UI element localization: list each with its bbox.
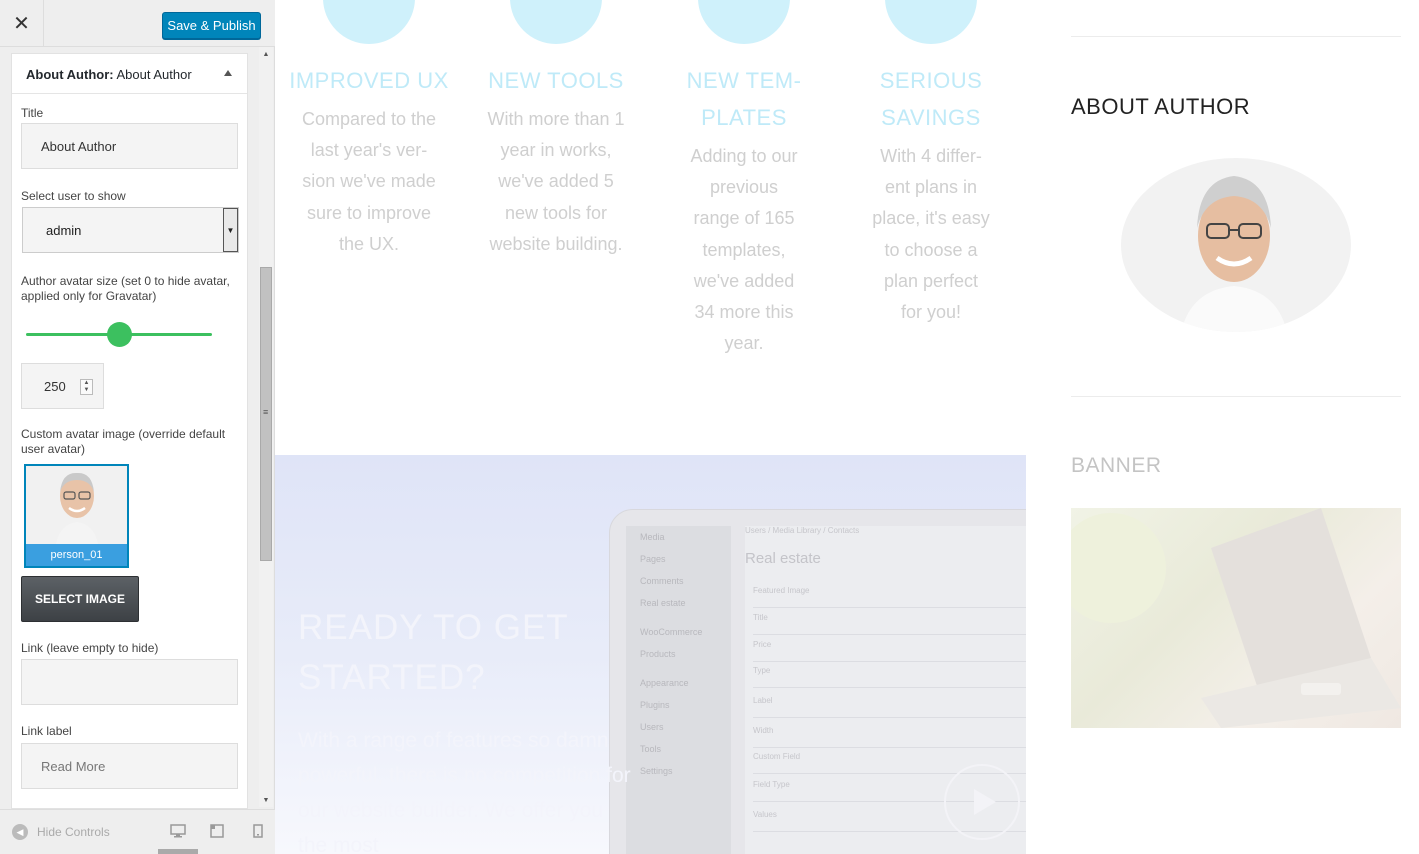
scroll-down-icon[interactable]: ▼ <box>259 793 273 807</box>
mockup-row: Type <box>753 666 1026 688</box>
feature-body: Compared to the last year's ver-sion we'v… <box>301 109 437 254</box>
sidebar-footer: ◀ Hide Controls <box>0 809 275 854</box>
feature-body: With 4 differ-ent plans in place, it's ea… <box>872 146 990 323</box>
cta-body: With a range of features so damn powerfu… <box>298 729 631 854</box>
avatar-size-slider-handle[interactable] <box>106 322 132 347</box>
mockup-row: Width <box>753 726 1026 748</box>
title-input[interactable]: About Author <box>21 123 238 169</box>
link-label-input[interactable]: Read More <box>21 743 238 789</box>
mockup-heading: Real estate <box>745 550 821 567</box>
customizer-root: ✕ Save & Publish About Author: About Aut… <box>0 0 1419 854</box>
feature-title: NEW TEM- PLATES <box>686 68 802 130</box>
feature-icon <box>698 0 790 44</box>
widget-panel-header[interactable]: About Author: About Author <box>12 54 247 94</box>
chevron-down-icon[interactable]: ▼ <box>223 208 238 252</box>
play-icon[interactable] <box>944 764 1020 840</box>
author-avatar <box>1121 158 1351 332</box>
feature-title: SERIOUS SAVINGS <box>879 68 983 130</box>
avatar-size-value: 250 <box>44 379 66 394</box>
laptop-photo <box>1071 508 1401 728</box>
banner-title: BANNER <box>1071 454 1162 477</box>
divider <box>1071 36 1401 37</box>
link-label: Link (leave empty to hide) <box>21 641 159 655</box>
mockup-row: Featured Image <box>753 586 1026 608</box>
widget-panel: About Author: About Author Title About A… <box>11 53 248 809</box>
avatar-size-number[interactable]: 250 ▲ ▼ <box>21 363 104 409</box>
mockup-row: Price <box>753 640 1026 662</box>
feature-icon <box>323 0 415 44</box>
avatar-size-label: Author avatar size (set 0 to hide avatar… <box>21 274 230 303</box>
title-label: Title <box>21 106 44 120</box>
about-author-title: ABOUT AUTHOR <box>1071 94 1251 119</box>
customizer-sidebar: ✕ Save & Publish About Author: About Aut… <box>0 0 275 854</box>
widget-type-label: About Author: <box>26 67 114 82</box>
feature-body: With more than 1 year in works, we've adde… <box>487 109 625 254</box>
person-photo <box>56 472 98 544</box>
mockup-breadcrumb: Users / Media Library / Contacts <box>745 526 860 535</box>
hide-controls-label: Hide Controls <box>37 825 110 839</box>
save-publish-button[interactable]: Save & Publish <box>162 12 261 39</box>
feature-title: IMPROVED UX <box>289 68 449 93</box>
mockup-menu: Media Pages Comments Real estate WooCommerce… <box>626 526 731 854</box>
custom-avatar-label: Custom avatar image (override default us… <box>21 427 226 456</box>
scroll-up-icon[interactable]: ▲ <box>259 47 273 61</box>
mobile-icon[interactable] <box>250 824 266 838</box>
feature-icon <box>885 0 977 44</box>
author-photo <box>1181 176 1287 332</box>
banner-image <box>1071 508 1401 728</box>
widget-area: ABOUT AUTHOR BANNER <box>1071 0 1401 854</box>
scrollbar-thumb[interactable]: ≡ <box>260 267 272 561</box>
link-input[interactable] <box>21 659 238 705</box>
active-device-indicator <box>158 849 198 854</box>
dashboard-mockup: Media Pages Comments Real estate WooCommerce… <box>609 509 1026 854</box>
sidebar-header: ✕ Save & Publish <box>0 0 275 47</box>
number-spinner-icon[interactable]: ▲ ▼ <box>80 379 93 395</box>
custom-avatar-thumbnail[interactable]: person_01 <box>24 464 129 568</box>
caret-up-icon[interactable] <box>224 70 232 76</box>
sidebar-scrollbar[interactable]: ▲ ≡ ▼ <box>259 47 273 807</box>
hide-controls-button[interactable]: ◀ Hide Controls <box>12 824 110 840</box>
features-section: IMPROVED UX Compared to the last year's v… <box>275 0 1025 455</box>
tablet-icon[interactable] <box>209 824 225 838</box>
cta-title: READY TO GET STARTED? <box>298 608 569 697</box>
mockup-row: Label <box>753 696 1026 718</box>
select-user-dropdown[interactable]: admin ▼ <box>22 207 239 253</box>
grip-icon: ≡ <box>263 407 269 417</box>
select-image-button[interactable]: SELECT IMAGE <box>21 576 139 622</box>
link-label-label: Link label <box>21 724 72 738</box>
feature-body: Adding to our previous range of 165 templat… <box>690 146 798 354</box>
site-preview: IMPROVED UX Compared to the last year's v… <box>275 0 1419 854</box>
widget-instance-name: About Author <box>116 67 192 82</box>
widget-panel-title: About Author: About Author <box>26 67 192 82</box>
collapse-icon: ◀ <box>12 824 28 840</box>
select-user-value: admin <box>46 222 82 238</box>
divider <box>1071 396 1401 397</box>
cta-section: Media Pages Comments Real estate WooCommerce… <box>275 455 1026 854</box>
feature-title: NEW TOOLS <box>488 68 624 93</box>
close-icon[interactable]: ✕ <box>0 0 44 47</box>
desktop-icon[interactable] <box>170 824 186 838</box>
select-user-label: Select user to show <box>21 189 126 203</box>
feature-icon <box>510 0 602 44</box>
mockup-row: Title <box>753 613 1026 635</box>
image-caption: person_01 <box>26 544 127 566</box>
